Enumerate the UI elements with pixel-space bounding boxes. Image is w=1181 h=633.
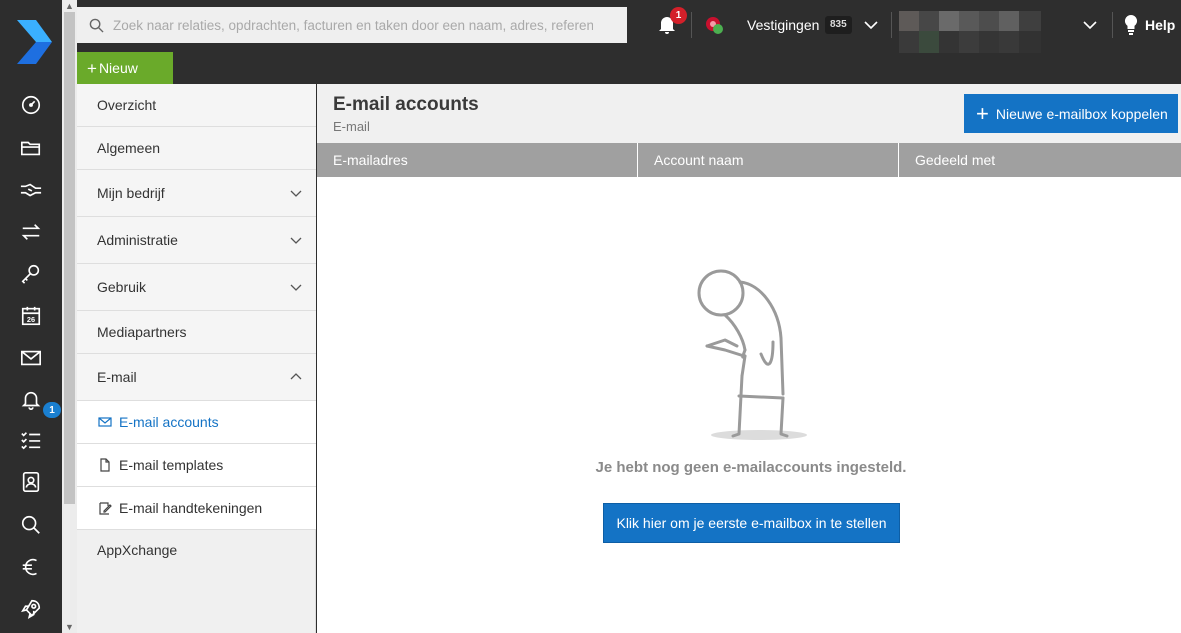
nav-item-label: Overzicht bbox=[97, 97, 157, 113]
chevron-up-icon bbox=[290, 373, 302, 380]
scroll-down-icon[interactable]: ▼ bbox=[62, 621, 77, 633]
nav-sub-email-signatures[interactable]: E-mail handtekeningen bbox=[77, 487, 316, 530]
new-button-label: Nieuw bbox=[98, 60, 138, 76]
nav-sub-email-accounts[interactable]: E-mail accounts bbox=[77, 401, 316, 444]
nav-sub-label: E-mail accounts bbox=[119, 414, 219, 430]
nav-sub-email-templates[interactable]: E-mail templates bbox=[77, 444, 316, 487]
dashboard-icon[interactable] bbox=[0, 84, 62, 126]
nav-item-media-partners[interactable]: Mediapartners bbox=[77, 311, 316, 354]
icon-rail: 26 1 bbox=[0, 0, 62, 633]
search-bar[interactable] bbox=[77, 7, 627, 43]
nav-item-label: E-mail bbox=[97, 369, 137, 385]
calendar-icon[interactable]: 26 bbox=[0, 295, 62, 337]
divider bbox=[1112, 12, 1113, 38]
empty-state-message: Je hebt nog geen e-mailaccounts ingestel… bbox=[595, 459, 907, 476]
search-icon[interactable] bbox=[0, 504, 62, 546]
nav-item-label: Algemeen bbox=[97, 140, 161, 156]
scrollbar-thumb[interactable] bbox=[64, 12, 75, 504]
folder-icon[interactable] bbox=[0, 127, 62, 169]
chevron-down-icon[interactable] bbox=[1082, 17, 1098, 33]
nav-item-general[interactable]: Algemeen bbox=[77, 127, 316, 170]
page-subtitle: E-mail bbox=[333, 119, 370, 134]
nav-item-appxchange[interactable]: AppXchange bbox=[77, 530, 316, 570]
column-header[interactable]: E-mailadres bbox=[317, 143, 638, 177]
nav-item-label: AppXchange bbox=[97, 542, 178, 558]
search-icon bbox=[89, 18, 104, 33]
user-account-blurred[interactable] bbox=[899, 11, 1041, 53]
calendar-day: 26 bbox=[27, 315, 35, 324]
search-input[interactable] bbox=[113, 17, 593, 33]
connect-mailbox-label: Nieuwe e-mailbox koppelen bbox=[995, 105, 1168, 122]
empty-state-illustration bbox=[697, 269, 807, 440]
locations-label[interactable]: Vestigingen bbox=[747, 17, 819, 33]
main-content: E-mail accounts E-mail + Nieuwe e-mailbo… bbox=[317, 84, 1181, 633]
signature-icon bbox=[99, 502, 112, 515]
plus-icon: + bbox=[87, 58, 97, 78]
envelope-icon bbox=[98, 417, 112, 427]
transfer-icon[interactable] bbox=[0, 211, 62, 253]
nav-sub-label: E-mail handtekeningen bbox=[119, 500, 263, 516]
location-status-icon[interactable] bbox=[703, 14, 725, 36]
locations-count: 835 bbox=[825, 16, 852, 34]
page-header: E-mail accounts E-mail + Nieuwe e-mailbo… bbox=[317, 84, 1181, 143]
column-header[interactable]: Account naam bbox=[638, 143, 899, 177]
nav-item-usage[interactable]: Gebruik bbox=[77, 264, 316, 311]
lightbulb-icon[interactable] bbox=[1123, 15, 1139, 35]
rail-notification-badge: 1 bbox=[43, 402, 61, 418]
nav-sub-label: E-mail templates bbox=[119, 457, 224, 473]
help-link[interactable]: Help bbox=[1145, 17, 1175, 33]
new-button[interactable]: + Nieuw bbox=[77, 52, 173, 84]
nav-item-administration[interactable]: Administratie bbox=[77, 217, 316, 264]
rocket-icon[interactable] bbox=[0, 588, 62, 630]
plus-icon: + bbox=[976, 100, 989, 126]
table-header: E-mailadres Account naam Gedeeld met bbox=[317, 143, 1181, 177]
divider bbox=[691, 12, 692, 38]
connect-mailbox-button[interactable]: + Nieuwe e-mailbox koppelen bbox=[964, 94, 1178, 133]
app-logo[interactable] bbox=[14, 18, 54, 66]
app-window: 26 1 ▲ ▼ + bbox=[0, 0, 1181, 633]
chevron-down-icon bbox=[290, 237, 302, 244]
setup-first-mailbox-button[interactable]: Klik hier om je eerste e-mailbox in te s… bbox=[603, 503, 900, 543]
column-header[interactable]: Gedeeld met bbox=[899, 143, 1181, 177]
nav-item-email[interactable]: E-mail bbox=[77, 354, 316, 401]
handshake-icon[interactable] bbox=[0, 169, 62, 211]
mail-icon[interactable] bbox=[0, 337, 62, 379]
key-icon[interactable] bbox=[0, 253, 62, 295]
euro-icon[interactable] bbox=[0, 546, 62, 588]
nav-item-overview[interactable]: Overzicht bbox=[77, 84, 316, 127]
contacts-icon[interactable] bbox=[0, 461, 62, 503]
chevron-down-icon bbox=[290, 284, 302, 291]
divider bbox=[891, 12, 892, 38]
checklist-icon[interactable] bbox=[0, 419, 62, 461]
nav-item-label: Gebruik bbox=[97, 279, 147, 295]
settings-nav: Overzicht Algemeen Mijn bedrijf Administ… bbox=[77, 84, 316, 633]
document-icon bbox=[100, 458, 110, 472]
chevron-down-icon bbox=[290, 190, 302, 197]
nav-item-label: Mediapartners bbox=[97, 324, 187, 340]
chevron-down-icon[interactable] bbox=[863, 17, 879, 33]
notification-badge: 1 bbox=[670, 7, 687, 24]
nav-item-label: Administratie bbox=[97, 232, 178, 248]
scroll-up-icon[interactable]: ▲ bbox=[62, 0, 77, 12]
page-title: E-mail accounts bbox=[333, 94, 479, 115]
nav-item-label: Mijn bedrijf bbox=[97, 185, 165, 201]
top-bar: + Nieuw 1 Vestigingen 835 bbox=[77, 0, 1181, 84]
nav-item-my-company[interactable]: Mijn bedrijf bbox=[77, 170, 316, 217]
